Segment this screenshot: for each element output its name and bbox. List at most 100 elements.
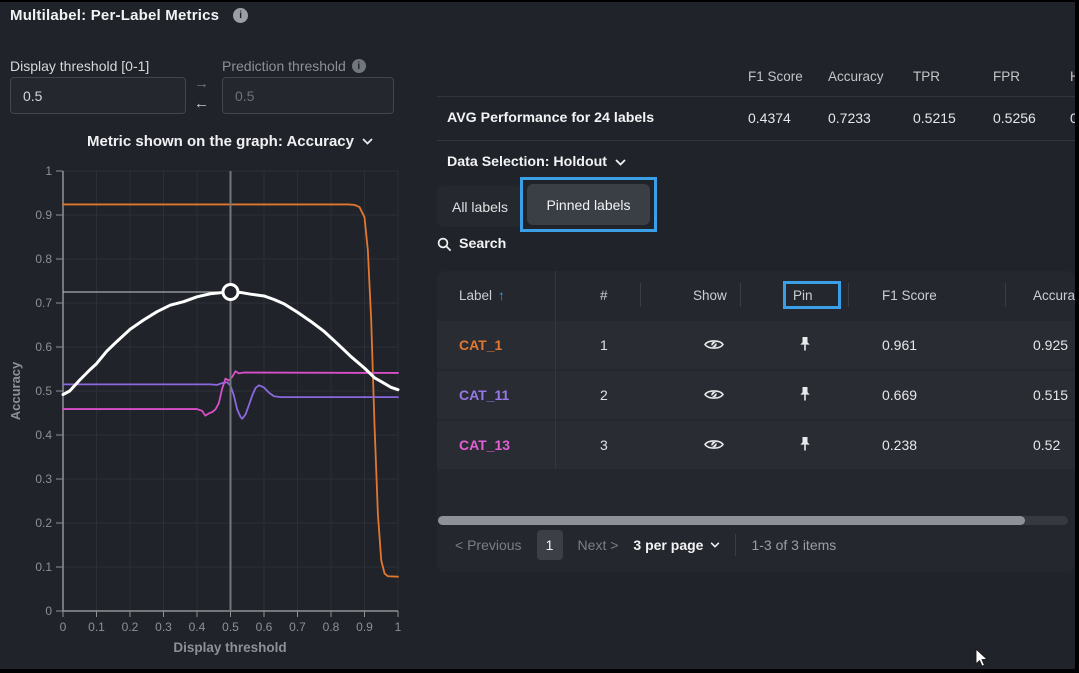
divider [1005,283,1006,307]
column-header-num[interactable]: # [600,288,608,303]
chevron-down-icon [710,542,720,548]
x-tick-label: 0.7 [289,620,306,634]
column-header-pin[interactable]: Pin [793,288,813,303]
x-tick-label: 0.3 [155,620,172,634]
y-tick-label: 1 [45,164,52,178]
highlight-box-pinned-labels: Pinned labels [520,177,657,232]
metrics-chart[interactable]: 0 0.1 0.2 0.3 0.4 0.5 0.6 0.7 0.8 0.9 1 0 0.1 0.2 0.3 0… [0,2,430,669]
chevron-right-icon: > [610,537,618,553]
f1-cell: 0.961 [882,337,917,353]
mouse-cursor [975,649,990,669]
avg-col-f1: F1 Score [748,69,803,84]
avg-f1-value: 0.4374 [748,110,791,126]
x-tick-label: 0.8 [323,620,340,634]
divider [848,283,849,307]
y-tick-label: 0.9 [35,208,52,222]
y-tick-label: 0.3 [35,472,52,486]
next-page-button[interactable]: Next > [578,537,619,553]
tab-pinned-labels[interactable]: Pinned labels [527,184,650,225]
divider [640,283,641,307]
avg-col-fpr: FPR [993,69,1020,84]
page-number-button[interactable]: 1 [537,530,563,560]
pagination: < Previous 1 Next > 3 per page 1-3 of 3 … [455,529,836,561]
table-row: CAT_11 2 0.669 0.515 [437,371,1075,419]
data-selection-dropdown[interactable]: Data Selection: Holdout [447,154,626,170]
eye-icon[interactable] [704,438,724,456]
avg-clipped-value: 0 [1070,110,1075,126]
y-tick-label: 0.4 [35,428,52,442]
table-row: CAT_1 1 0.961 0.925 [437,321,1075,369]
label-cell[interactable]: CAT_13 [459,437,510,453]
avg-accuracy-value: 0.7233 [828,110,871,126]
column-header-accuracy[interactable]: Accuracy [1033,288,1075,303]
accuracy-cell: 0.515 [1033,387,1068,403]
right-panel: F1 Score Accuracy TPR FPR H AVG Performa… [437,2,1075,669]
x-tick-label: 0.4 [189,620,206,634]
previous-page-button[interactable]: < Previous [455,537,522,553]
y-tick-label: 0.2 [35,516,52,530]
column-header-label-text: Label [459,288,492,303]
scrollbar-thumb[interactable] [438,516,1025,525]
label-cell[interactable]: CAT_1 [459,337,502,353]
avg-tpr-value: 0.5215 [913,110,956,126]
eye-icon[interactable] [704,338,724,356]
divider [555,271,556,469]
tab-all-labels[interactable]: All labels [437,186,523,227]
y-tick-label: 0.8 [35,252,52,266]
divider [735,534,736,556]
column-header-show[interactable]: Show [693,288,727,303]
pin-icon[interactable] [799,386,811,407]
data-selection-label: Data Selection: Holdout [447,154,607,170]
previous-label: Previous [467,537,521,553]
x-tick-label: 0 [60,620,67,634]
divider [437,96,1075,97]
avg-col-accuracy: Accuracy [828,69,884,84]
divider [740,283,741,307]
y-tick-label: 0.7 [35,296,52,310]
items-range-label: 1-3 of 3 items [751,537,836,553]
screenshot-stage: Multilabel: Per-Label Metrics i Display … [0,0,1079,673]
multilabel-metrics-panel: Multilabel: Per-Label Metrics i Display … [0,2,1075,669]
avg-col-tpr: TPR [913,69,940,84]
accuracy-cell: 0.925 [1033,337,1068,353]
rank-cell: 3 [600,437,608,453]
per-page-label: 3 per page [633,537,703,553]
x-tick-label: 1 [395,620,402,634]
avg-row-label: AVG Performance for 24 labels [447,110,654,126]
column-header-label[interactable]: Label ↑ [459,288,505,303]
rank-cell: 1 [600,337,608,353]
y-axis-label: Accuracy [8,361,23,420]
rank-cell: 2 [600,387,608,403]
x-tick-label: 0.2 [122,620,139,634]
search-icon [437,237,452,252]
pin-icon[interactable] [799,436,811,457]
threshold-marker [223,285,238,300]
tab-pinned-labels-text: Pinned labels [546,197,630,213]
x-axis-label: Display threshold [173,640,286,655]
eye-icon[interactable] [704,388,724,406]
x-tick-label: 0.5 [222,620,239,634]
divider [437,140,1075,141]
x-tick-label: 0.1 [88,620,105,634]
accuracy-cell: 0.52 [1033,437,1060,453]
table-row: CAT_13 3 0.238 0.52 [437,421,1075,469]
search-label: Search [459,236,506,252]
sort-ascending-icon: ↑ [498,288,505,303]
y-tick-label: 0.1 [35,560,52,574]
pin-icon[interactable] [799,336,811,357]
y-tick-label: 0.6 [35,340,52,354]
horizontal-scrollbar[interactable] [438,516,1068,525]
per-page-dropdown[interactable]: 3 per page [633,537,720,553]
chevron-left-icon: < [455,537,463,553]
next-label: Next [578,537,607,553]
label-table: Label ↑ # Show Pin F1 Score Accuracy CAT_… [437,271,1075,572]
y-tick-label: 0.5 [35,384,52,398]
search-control[interactable]: Search [437,236,506,252]
label-cell[interactable]: CAT_11 [459,387,509,403]
avg-fpr-value: 0.5256 [993,110,1036,126]
avg-col-clipped: H [1070,69,1075,84]
y-tick-label: 0 [45,604,52,618]
x-tick-label: 0.9 [356,620,373,634]
column-header-f1[interactable]: F1 Score [882,288,937,303]
f1-cell: 0.238 [882,437,917,453]
